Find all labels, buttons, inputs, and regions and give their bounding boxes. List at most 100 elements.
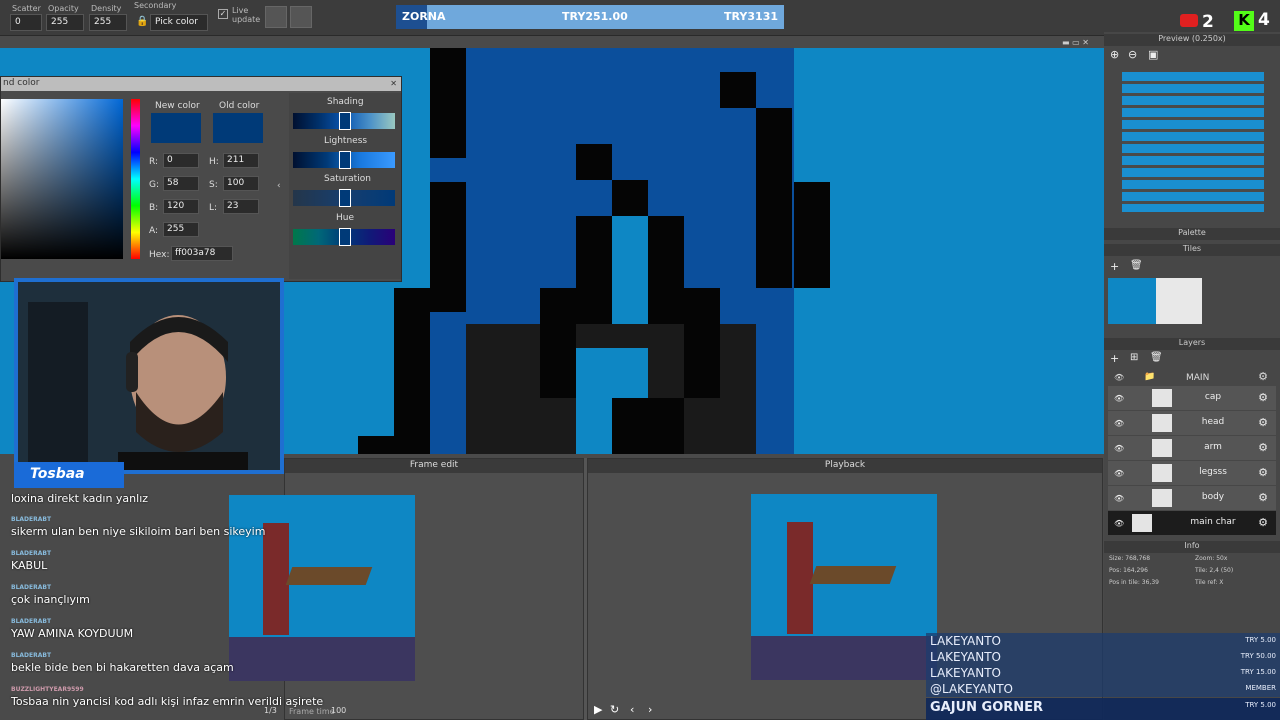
layer-row[interactable]: 👁 arm ⚙ — [1108, 436, 1276, 460]
donor-name: @LAKEYANTO — [930, 682, 1013, 696]
saturation-slider[interactable] — [293, 189, 395, 207]
shading-label: Shading — [327, 97, 364, 107]
donation-row: LAKEYANTO TRY 50.00 — [926, 649, 1280, 665]
layer-row[interactable]: 👁 cap ⚙ — [1108, 386, 1276, 410]
add-group-icon[interactable]: ⊞ — [1130, 352, 1138, 363]
close-icon[interactable]: ✕ — [390, 79, 397, 88]
a-input[interactable]: 255 — [163, 222, 199, 237]
playback-title: Playback — [588, 459, 1102, 473]
zoom-in-icon[interactable]: ⊕ — [1110, 48, 1119, 61]
b-input[interactable]: 120 — [163, 199, 199, 214]
gear-icon[interactable]: ⚙ — [1258, 416, 1268, 429]
fit-icon[interactable]: ▣ — [1148, 48, 1158, 61]
hex-input[interactable]: ff003a78 — [171, 246, 233, 261]
frame-edit-title: Frame edit — [285, 459, 583, 473]
loop-icon[interactable]: ↻ — [610, 703, 619, 716]
saturation-label: Saturation — [324, 174, 371, 184]
outline-left — [430, 182, 466, 312]
new-color-label: New color — [155, 101, 200, 111]
prev-frame-icon[interactable]: ‹ — [630, 703, 634, 716]
layer-row[interactable]: 👁 head ⚙ — [1108, 411, 1276, 435]
eye-icon[interactable]: 👁 — [1114, 373, 1124, 382]
zoom-out-icon[interactable]: ⊖ — [1128, 48, 1137, 61]
eye-icon[interactable]: 👁 — [1114, 444, 1124, 453]
window-buttons[interactable]: ▬ ▭ ✕ — [1062, 38, 1089, 47]
secondary-select[interactable]: Pick color — [150, 14, 208, 31]
r-input[interactable]: 0 — [163, 153, 199, 168]
eye-icon[interactable]: 👁 — [1114, 494, 1124, 503]
tile-swatch-blue[interactable] — [1108, 278, 1156, 324]
next-frame-icon[interactable]: › — [648, 703, 652, 716]
donation-row: LAKEYANTO TRY 15.00 — [926, 665, 1280, 681]
l-input[interactable]: 23 — [223, 199, 259, 214]
g-input[interactable]: 58 — [163, 176, 199, 191]
delete-tile-icon[interactable]: 🗑 — [1130, 260, 1143, 271]
hex-label: Hex: — [149, 250, 170, 260]
donation-amount: TRY 50.00 — [1240, 652, 1276, 660]
streamer-name: Tosbaa — [14, 462, 124, 488]
frame-time-value[interactable]: 100 — [331, 706, 346, 715]
layer-row[interactable]: 👁 legsss ⚙ — [1108, 461, 1276, 485]
donation-amount: MEMBER — [1245, 684, 1276, 692]
s-input[interactable]: 100 — [223, 176, 259, 191]
eye-icon[interactable]: 👁 — [1114, 519, 1124, 528]
donation-row: LAKEYANTO TRY 5.00 — [926, 633, 1280, 649]
layer-group-main[interactable]: 👁 📁 MAIN ⚙ — [1108, 368, 1276, 388]
live-update-label: Live update — [232, 6, 261, 24]
donation-amount: TRY 5.00 — [1245, 636, 1276, 644]
gear-icon[interactable]: ⚙ — [1258, 516, 1268, 529]
old-color-swatch[interactable] — [213, 113, 263, 143]
chat-username: BUZZLIGHTYEAR9599 — [11, 686, 84, 693]
h-input[interactable]: 211 — [223, 153, 259, 168]
layers-header: Layers — [1104, 338, 1280, 350]
preview-thumbnail[interactable] — [1122, 72, 1264, 212]
playback-character — [787, 522, 813, 634]
palette-header: Palette — [1104, 228, 1280, 240]
chat-message: çok inançlıyım — [11, 593, 90, 606]
donation-goal-target: TRY3131 — [724, 10, 778, 23]
live-update-checkbox[interactable]: ✓ — [218, 9, 228, 19]
pick-tool-button[interactable] — [290, 6, 312, 28]
layer-thumbnail — [1152, 489, 1172, 507]
chat-message: sikerm ulan ben niye sikiloim bari ben s… — [11, 525, 266, 538]
outline-right — [756, 108, 792, 288]
mirror-button[interactable] — [265, 6, 287, 28]
play-icon[interactable]: ▶ — [594, 703, 602, 716]
hue-label: Hue — [336, 213, 355, 223]
layer-thumbnail — [1152, 414, 1172, 432]
layer-name: body — [1201, 492, 1225, 502]
eye-icon[interactable]: 👁 — [1114, 469, 1124, 478]
info-pos-in-tile: Pos in tile: 36,39 — [1109, 579, 1159, 586]
preview-header: Preview (0.250x) — [1104, 34, 1280, 46]
hue-strip[interactable] — [131, 99, 140, 259]
h-label: H: — [209, 157, 219, 167]
chat-message: loxina direkt kadın yanlız — [11, 492, 149, 505]
donation-goal-bar: ZORNA TRY251.00 TRY3131 — [396, 5, 784, 29]
gear-icon[interactable]: ⚙ — [1258, 370, 1268, 383]
gear-icon[interactable]: ⚙ — [1258, 491, 1268, 504]
eye-icon[interactable]: 👁 — [1114, 419, 1124, 428]
delete-layer-icon[interactable]: 🗑 — [1150, 352, 1163, 363]
add-layer-icon[interactable]: + — [1110, 352, 1119, 365]
color-gradient-picker[interactable] — [1, 99, 123, 259]
scatter-select[interactable]: 0 — [10, 14, 42, 31]
gear-icon[interactable]: ⚙ — [1258, 466, 1268, 479]
old-color-label: Old color — [219, 101, 260, 111]
density-select[interactable]: 255 — [89, 14, 127, 31]
layer-row[interactable]: 👁 body ⚙ — [1108, 486, 1276, 510]
add-tile-icon[interactable]: + — [1110, 260, 1119, 273]
lightness-slider[interactable] — [293, 151, 395, 169]
shading-slider[interactable] — [293, 112, 395, 130]
layer-row-selected[interactable]: 👁 main char ⚙ — [1108, 511, 1276, 535]
eye-icon[interactable]: 👁 — [1114, 394, 1124, 403]
collapse-arrow-icon[interactable]: ‹ — [277, 181, 281, 191]
hue-slider[interactable] — [293, 228, 395, 246]
tile-swatch-empty[interactable] — [1156, 278, 1202, 324]
donation-amount: TRY 15.00 — [1240, 668, 1276, 676]
gear-icon[interactable]: ⚙ — [1258, 391, 1268, 404]
opacity-select[interactable]: 255 — [46, 14, 84, 31]
playback-ground — [751, 636, 937, 680]
secondary-label: Secondary — [134, 1, 177, 10]
top-toolbar: Scatter 0 Opacity 255 Density 255 Second… — [0, 0, 1280, 36]
gear-icon[interactable]: ⚙ — [1258, 441, 1268, 454]
